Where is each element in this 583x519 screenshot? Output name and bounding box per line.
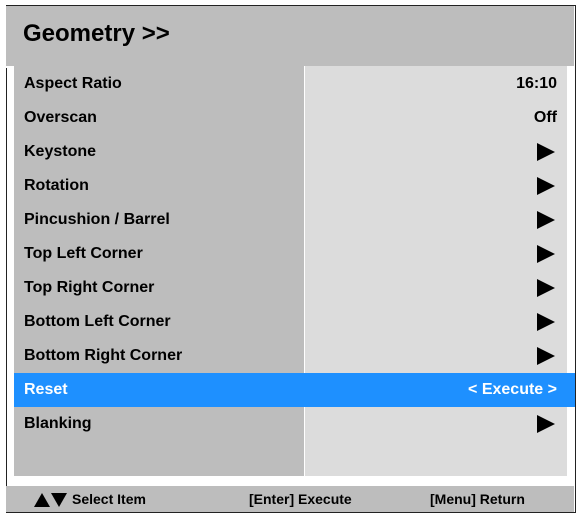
title-bar: Geometry >> bbox=[6, 6, 574, 68]
menu-item-label: Rotation bbox=[24, 177, 89, 194]
return-hint: [Menu] Return bbox=[430, 491, 525, 507]
menu-item-reset[interactable]: Reset < Execute > bbox=[14, 373, 575, 407]
right-triangle-icon bbox=[537, 279, 555, 297]
menu-item-label: Pincushion / Barrel bbox=[24, 211, 170, 228]
execute-hint: [Enter] Execute bbox=[249, 491, 352, 507]
menu-item-rotation[interactable]: Rotation bbox=[14, 169, 567, 203]
up-triangle-icon bbox=[34, 493, 50, 507]
menu-item-label: Top Right Corner bbox=[24, 279, 155, 296]
menu-item-overscan[interactable]: Overscan Off bbox=[14, 101, 567, 135]
menu-item-pincushion-barrel[interactable]: Pincushion / Barrel bbox=[14, 203, 567, 237]
status-bar: Select Item [Enter] Execute [Menu] Retur… bbox=[6, 486, 574, 512]
menu-item-top-left-corner[interactable]: Top Left Corner bbox=[14, 237, 567, 271]
menu-item-blanking[interactable]: Blanking bbox=[14, 407, 567, 441]
right-triangle-icon bbox=[537, 313, 555, 331]
right-triangle-icon bbox=[537, 143, 555, 161]
right-triangle-icon bbox=[537, 211, 555, 229]
menu-item-label: Keystone bbox=[24, 143, 97, 160]
select-item-hint: Select Item bbox=[72, 491, 146, 507]
menu-item-label: Reset bbox=[24, 381, 68, 398]
right-triangle-icon bbox=[537, 347, 555, 365]
menu-item-value: < Execute > bbox=[468, 381, 557, 398]
menu-title: Geometry >> bbox=[23, 20, 170, 47]
right-triangle-icon bbox=[537, 177, 555, 195]
menu-item-keystone[interactable]: Keystone bbox=[14, 135, 567, 169]
down-triangle-icon bbox=[51, 493, 67, 507]
menu-item-label: Blanking bbox=[24, 415, 92, 432]
menu-item-top-right-corner[interactable]: Top Right Corner bbox=[14, 271, 567, 305]
menu-item-label: Overscan bbox=[24, 109, 97, 126]
menu-item-value: Off bbox=[533, 109, 557, 126]
menu-item-label: Aspect Ratio bbox=[24, 75, 122, 92]
menu-item-bottom-right-corner[interactable]: Bottom Right Corner bbox=[14, 339, 567, 373]
menu-item-bottom-left-corner[interactable]: Bottom Left Corner bbox=[14, 305, 567, 339]
menu-item-label: Bottom Right Corner bbox=[24, 347, 183, 364]
menu-item-label: Top Left Corner bbox=[24, 245, 143, 262]
right-triangle-icon bbox=[537, 245, 555, 263]
menu-item-value: 16:10 bbox=[516, 75, 557, 92]
right-triangle-icon bbox=[537, 415, 555, 433]
menu-item-aspect-ratio[interactable]: Aspect Ratio 16:10 bbox=[14, 67, 567, 101]
menu-item-label: Bottom Left Corner bbox=[24, 313, 171, 330]
